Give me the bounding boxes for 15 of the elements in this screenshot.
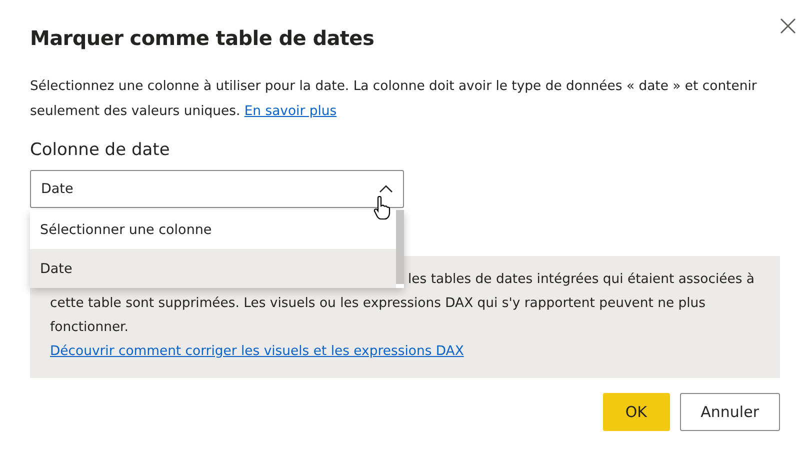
warning-text: cette table sont supprimées. Les visuels ou les expressions DAX qui s'y rapportent peuvent ne plus fonctionner. [50,295,707,337]
pointer-icon [373,196,391,220]
fix-visuals-link[interactable]: Découvrir comment corriger les visuels et les expressions DAX [50,340,464,364]
dropdown-option[interactable]: Date [30,249,396,288]
dropdown-option[interactable]: Sélectionner une colonne [30,210,396,249]
chevron-up-icon [379,185,393,193]
ok-button[interactable]: OK [602,393,670,431]
cancel-button[interactable]: Annuler [680,393,780,431]
date-column-dropdown[interactable]: Date [30,170,404,208]
scrollbar[interactable] [396,210,404,284]
description-text: Sélectionnez une colonne à utiliser pour la date. La colonne doit avoir le type de données « date » et contenir seulement des valeurs uniques. En savoir plus [30,78,758,121]
field-label: Colonne de date [30,140,171,160]
dialog-title: Marquer comme table de dates [30,26,376,50]
warning-text: les tables de dates intégrées qui étaient associées à [408,271,754,289]
learn-more-link[interactable]: En savoir plus [244,104,337,119]
